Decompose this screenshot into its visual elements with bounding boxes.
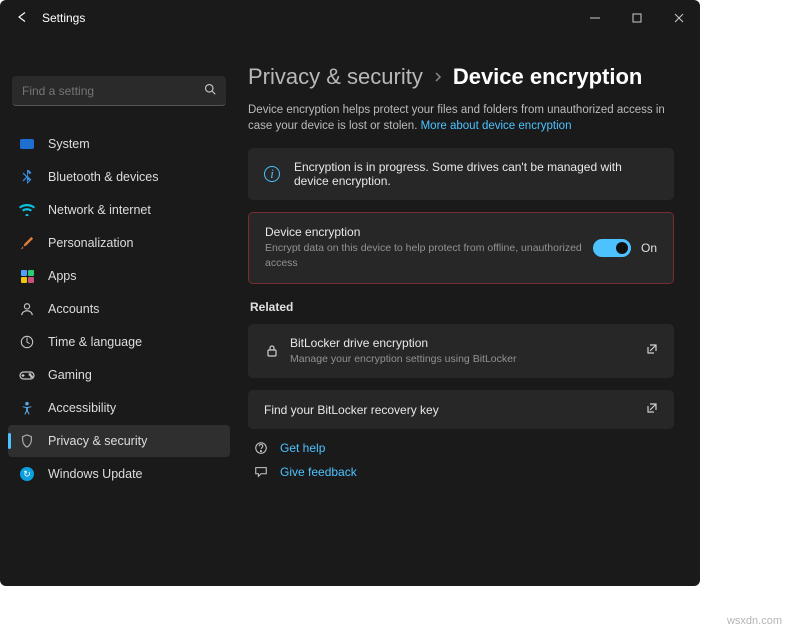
shield-icon (18, 432, 36, 450)
give-feedback-link[interactable]: Give feedback (252, 465, 674, 479)
sidebar-item-label: Accessibility (48, 401, 116, 415)
search-icon (204, 83, 216, 98)
sidebar-item-label: Bluetooth & devices (48, 170, 159, 184)
breadcrumb-current: Device encryption (453, 64, 643, 90)
main-panel: Privacy & security Device encryption Dev… (238, 36, 700, 586)
card-subtitle: Manage your encryption settings using Bi… (290, 352, 646, 367)
bitlocker-card[interactable]: BitLocker drive encryption Manage your e… (248, 324, 674, 379)
encryption-toggle[interactable] (593, 239, 631, 257)
toggle-knob (616, 242, 628, 254)
sidebar-item-label: Time & language (48, 335, 142, 349)
card-title: Find your BitLocker recovery key (264, 403, 646, 417)
breadcrumb-parent[interactable]: Privacy & security (248, 64, 423, 90)
toggle-state-label: On (641, 241, 657, 255)
open-external-icon (646, 343, 658, 358)
search-input[interactable] (22, 84, 204, 98)
sidebar-item-privacy[interactable]: Privacy & security (8, 425, 230, 457)
paintbrush-icon (18, 234, 36, 252)
info-text: Encryption is in progress. Some drives c… (294, 160, 658, 188)
apps-icon (18, 267, 36, 285)
feedback-icon (252, 465, 270, 479)
recovery-key-card[interactable]: Find your BitLocker recovery key (248, 390, 674, 429)
encryption-progress-banner: i Encryption is in progress. Some drives… (248, 148, 674, 200)
related-heading: Related (250, 300, 674, 314)
minimize-button[interactable] (574, 0, 616, 36)
bluetooth-icon (18, 168, 36, 186)
gamepad-icon (18, 366, 36, 384)
sidebar-item-system[interactable]: System (8, 128, 230, 160)
person-icon (18, 300, 36, 318)
info-icon: i (264, 166, 280, 182)
back-button[interactable] (10, 11, 34, 26)
sidebar-item-time[interactable]: Time & language (8, 326, 230, 358)
nav-list: System Bluetooth & devices Network & int… (8, 128, 230, 490)
maximize-button[interactable] (616, 0, 658, 36)
windows-update-icon: ↻ (18, 465, 36, 483)
watermark: wsxdn.com (727, 615, 782, 627)
window-controls (574, 0, 700, 36)
card-title: Device encryption (265, 225, 593, 239)
settings-window: Settings System (0, 0, 700, 586)
sidebar-item-network[interactable]: Network & internet (8, 194, 230, 226)
clock-globe-icon (18, 333, 36, 351)
chevron-right-icon (433, 69, 443, 85)
sidebar-item-label: Gaming (48, 368, 92, 382)
get-help-link[interactable]: Get help (252, 441, 674, 455)
sidebar-item-label: System (48, 137, 90, 151)
open-external-icon (646, 402, 658, 417)
sidebar-item-accessibility[interactable]: Accessibility (8, 392, 230, 424)
sidebar-item-label: Apps (48, 269, 77, 283)
wifi-icon (18, 201, 36, 219)
titlebar: Settings (0, 0, 700, 36)
page-description: Device encryption helps protect your fil… (248, 102, 674, 134)
sidebar: System Bluetooth & devices Network & int… (0, 36, 238, 586)
close-button[interactable] (658, 0, 700, 36)
sidebar-item-label: Windows Update (48, 467, 143, 481)
card-subtitle: Encrypt data on this device to help prot… (265, 241, 593, 270)
sidebar-item-bluetooth[interactable]: Bluetooth & devices (8, 161, 230, 193)
card-title: BitLocker drive encryption (290, 336, 646, 350)
help-icon (252, 441, 270, 455)
sidebar-item-label: Accounts (48, 302, 99, 316)
learn-more-link[interactable]: More about device encryption (421, 120, 572, 132)
search-box[interactable] (12, 76, 226, 106)
sidebar-item-update[interactable]: ↻ Windows Update (8, 458, 230, 490)
sidebar-item-accounts[interactable]: Accounts (8, 293, 230, 325)
window-title: Settings (42, 11, 85, 25)
help-links: Get help Give feedback (248, 441, 674, 479)
lock-drive-icon (264, 343, 290, 359)
device-encryption-card: Device encryption Encrypt data on this d… (248, 212, 674, 283)
sidebar-item-label: Network & internet (48, 203, 151, 217)
sidebar-item-label: Personalization (48, 236, 133, 250)
sidebar-item-apps[interactable]: Apps (8, 260, 230, 292)
sidebar-item-label: Privacy & security (48, 434, 147, 448)
sidebar-item-personalization[interactable]: Personalization (8, 227, 230, 259)
monitor-icon (18, 135, 36, 153)
accessibility-icon (18, 399, 36, 417)
breadcrumb: Privacy & security Device encryption (248, 64, 674, 90)
sidebar-item-gaming[interactable]: Gaming (8, 359, 230, 391)
